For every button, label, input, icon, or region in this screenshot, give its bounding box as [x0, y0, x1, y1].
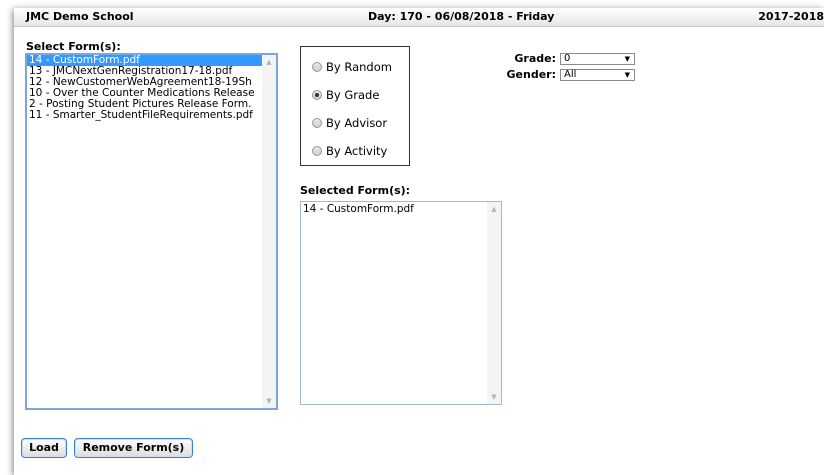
radio-label: By Advisor [326, 116, 388, 130]
scroll-up-icon[interactable]: ▲ [487, 202, 501, 216]
grade-label: Grade: [514, 52, 556, 65]
gender-value: All [564, 69, 577, 80]
gender-label: Gender: [506, 68, 556, 81]
radio-label: By Activity [326, 144, 388, 158]
radio-button-icon[interactable] [312, 90, 322, 100]
form-list-item[interactable]: 13 - JMCNextGenRegistration17-18.pdf [27, 66, 262, 77]
header-bar: JMC Demo School Day: 170 - 06/08/2018 - … [14, 8, 824, 27]
select-forms-scrollbar[interactable]: ▲ ▼ [262, 55, 276, 408]
grade-select[interactable]: 0 ▼ [560, 53, 635, 65]
school-name: JMC Demo School [26, 10, 134, 23]
radio-option-by-random[interactable]: By Random [312, 60, 392, 74]
remove-forms-button[interactable]: Remove Form(s) [74, 438, 193, 458]
current-day: Day: 170 - 06/08/2018 - Friday [368, 10, 555, 23]
form-list-item[interactable]: 11 - Smarter_StudentFileRequirements.pdf [27, 110, 262, 121]
gender-select[interactable]: All ▼ [560, 69, 635, 81]
scroll-down-icon[interactable]: ▼ [487, 390, 501, 404]
form-window: JMC Demo School Day: 170 - 06/08/2018 - … [14, 8, 824, 475]
school-year: 2017-2018 [758, 10, 824, 23]
grade-value: 0 [564, 53, 571, 64]
selected-forms-label: Selected Form(s): [300, 184, 411, 197]
radio-label: By Random [326, 60, 392, 74]
radio-button-icon[interactable] [312, 118, 322, 128]
radio-option-by-advisor[interactable]: By Advisor [312, 116, 387, 130]
form-list-item[interactable]: 10 - Over the Counter Medications Releas… [27, 88, 262, 99]
radio-button-icon[interactable] [312, 62, 322, 72]
radio-label: By Grade [326, 88, 380, 102]
load-button[interactable]: Load [21, 438, 67, 458]
radio-option-by-grade[interactable]: By Grade [312, 88, 379, 102]
selected-form-item[interactable]: 14 - CustomForm.pdf [301, 204, 487, 215]
form-list-item[interactable]: 2 - Posting Student Pictures Release For… [27, 99, 262, 110]
radio-button-icon[interactable] [312, 146, 322, 156]
form-list-item[interactable]: 12 - NewCustomerWebAgreement18-19Sh [27, 77, 262, 88]
scroll-up-icon[interactable]: ▲ [262, 55, 276, 69]
scroll-down-icon[interactable]: ▼ [262, 394, 276, 408]
select-forms-items: 14 - CustomForm.pdf 13 - JMCNextGenRegist… [27, 55, 262, 121]
selected-forms-listbox[interactable]: 14 - CustomForm.pdf ▲ ▼ [300, 201, 502, 405]
selection-mode-group: By Random By Grade By Advisor By Activity [300, 46, 410, 166]
chevron-down-icon: ▼ [624, 71, 630, 79]
chevron-down-icon: ▼ [624, 55, 630, 63]
selected-forms-items: 14 - CustomForm.pdf [301, 202, 487, 215]
selected-forms-scrollbar[interactable]: ▲ ▼ [487, 202, 501, 404]
form-list-item[interactable]: 14 - CustomForm.pdf [27, 55, 262, 66]
radio-option-by-activity[interactable]: By Activity [312, 144, 387, 158]
select-forms-listbox[interactable]: 14 - CustomForm.pdf 13 - JMCNextGenRegist… [25, 53, 278, 410]
select-forms-label: Select Form(s): [26, 40, 121, 53]
